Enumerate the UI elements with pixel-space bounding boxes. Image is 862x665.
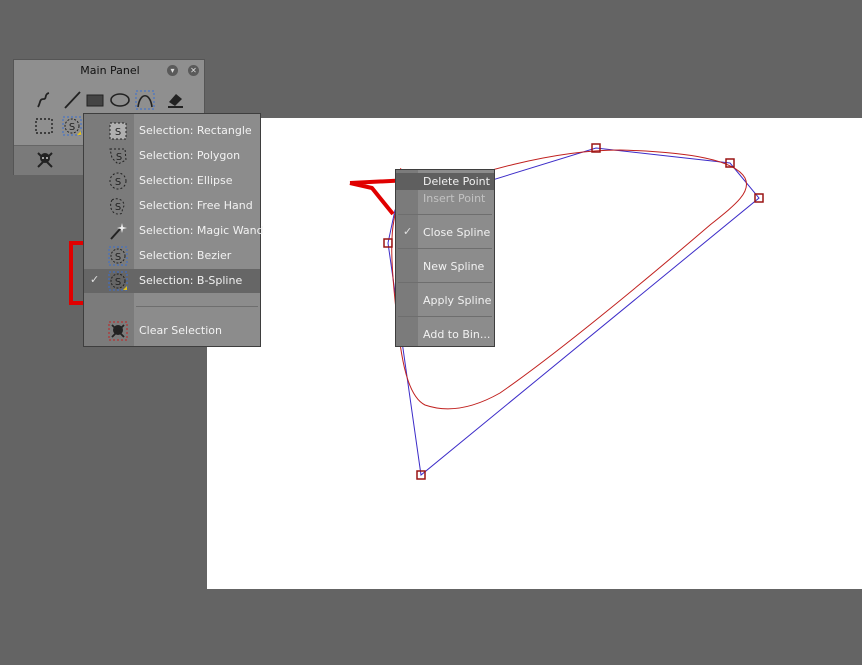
- spline-curve-icon[interactable]: [134, 90, 156, 110]
- svg-text:S: S: [115, 177, 121, 188]
- close-icon[interactable]: ✕: [188, 65, 199, 76]
- selection-ellipse-icon: S: [108, 171, 128, 191]
- image-canvas[interactable]: [207, 118, 862, 589]
- rectangle-icon[interactable]: [84, 90, 106, 110]
- rectangle-selection-icon[interactable]: [33, 116, 55, 136]
- menu-separator: [398, 316, 492, 317]
- menu-item-selection-ellipse[interactable]: S Selection: Ellipse: [84, 169, 260, 193]
- selection-freehand-icon: S: [108, 196, 128, 216]
- bspline-selection-icon[interactable]: S: [61, 116, 83, 136]
- menu-item-insert-point[interactable]: Insert Point: [396, 190, 494, 207]
- selection-rectangle-icon: S: [108, 121, 128, 141]
- menu-item-new-spline[interactable]: New Spline: [396, 258, 494, 275]
- svg-text:S: S: [116, 152, 122, 163]
- menu-item-selection-bspline[interactable]: ✓ S Selection: B-Spline: [84, 269, 260, 293]
- menu-item-apply-spline[interactable]: Apply Spline: [396, 292, 494, 309]
- clear-selection-icon: [108, 321, 128, 341]
- svg-text:S: S: [115, 202, 121, 213]
- ellipse-icon[interactable]: [109, 90, 131, 110]
- menu-item-selection-rectangle[interactable]: S Selection: Rectangle: [84, 119, 260, 143]
- menu-item-clear-selection[interactable]: Clear Selection: [84, 319, 260, 343]
- line-icon[interactable]: [61, 90, 83, 110]
- menu-separator: [398, 282, 492, 283]
- svg-text:S: S: [69, 122, 75, 133]
- menu-item-close-spline[interactable]: ✓ Close Spline: [396, 224, 494, 241]
- collapse-icon[interactable]: ▾: [167, 65, 178, 76]
- svg-text:S: S: [115, 277, 121, 288]
- svg-text:S: S: [115, 252, 121, 263]
- check-icon: ✓: [403, 225, 413, 238]
- menu-item-selection-free-hand[interactable]: S Selection: Free Hand: [84, 194, 260, 218]
- check-icon: ✓: [90, 273, 100, 286]
- menu-separator: [398, 248, 492, 249]
- svg-text:S: S: [115, 127, 121, 138]
- eraser-icon[interactable]: [164, 90, 186, 110]
- selection-magic-wand-icon: [108, 221, 128, 241]
- menu-item-selection-magic-wand[interactable]: Selection: Magic Wand: [84, 219, 264, 243]
- menu-item-selection-polygon[interactable]: S Selection: Polygon: [84, 144, 260, 168]
- menu-item-add-to-bin[interactable]: Add to Bin...: [396, 326, 494, 343]
- menu-item-delete-point[interactable]: Delete Point: [396, 173, 494, 190]
- freehand-curve-icon[interactable]: [34, 90, 56, 110]
- selection-bezier-icon: S: [108, 246, 128, 266]
- selection-tool-menu: S Selection: Rectangle S Selection: Poly…: [83, 113, 264, 347]
- menu-separator: [136, 306, 258, 307]
- menu-separator: [398, 214, 492, 215]
- selection-bspline-icon: S: [108, 271, 128, 291]
- menu-item-selection-bezier[interactable]: S Selection: Bezier: [84, 244, 260, 268]
- clear-selection-icon[interactable]: [34, 150, 56, 170]
- spline-context-menu: Delete Point Insert Point ✓ Close Spline…: [395, 169, 495, 347]
- selection-polygon-icon: S: [108, 146, 128, 166]
